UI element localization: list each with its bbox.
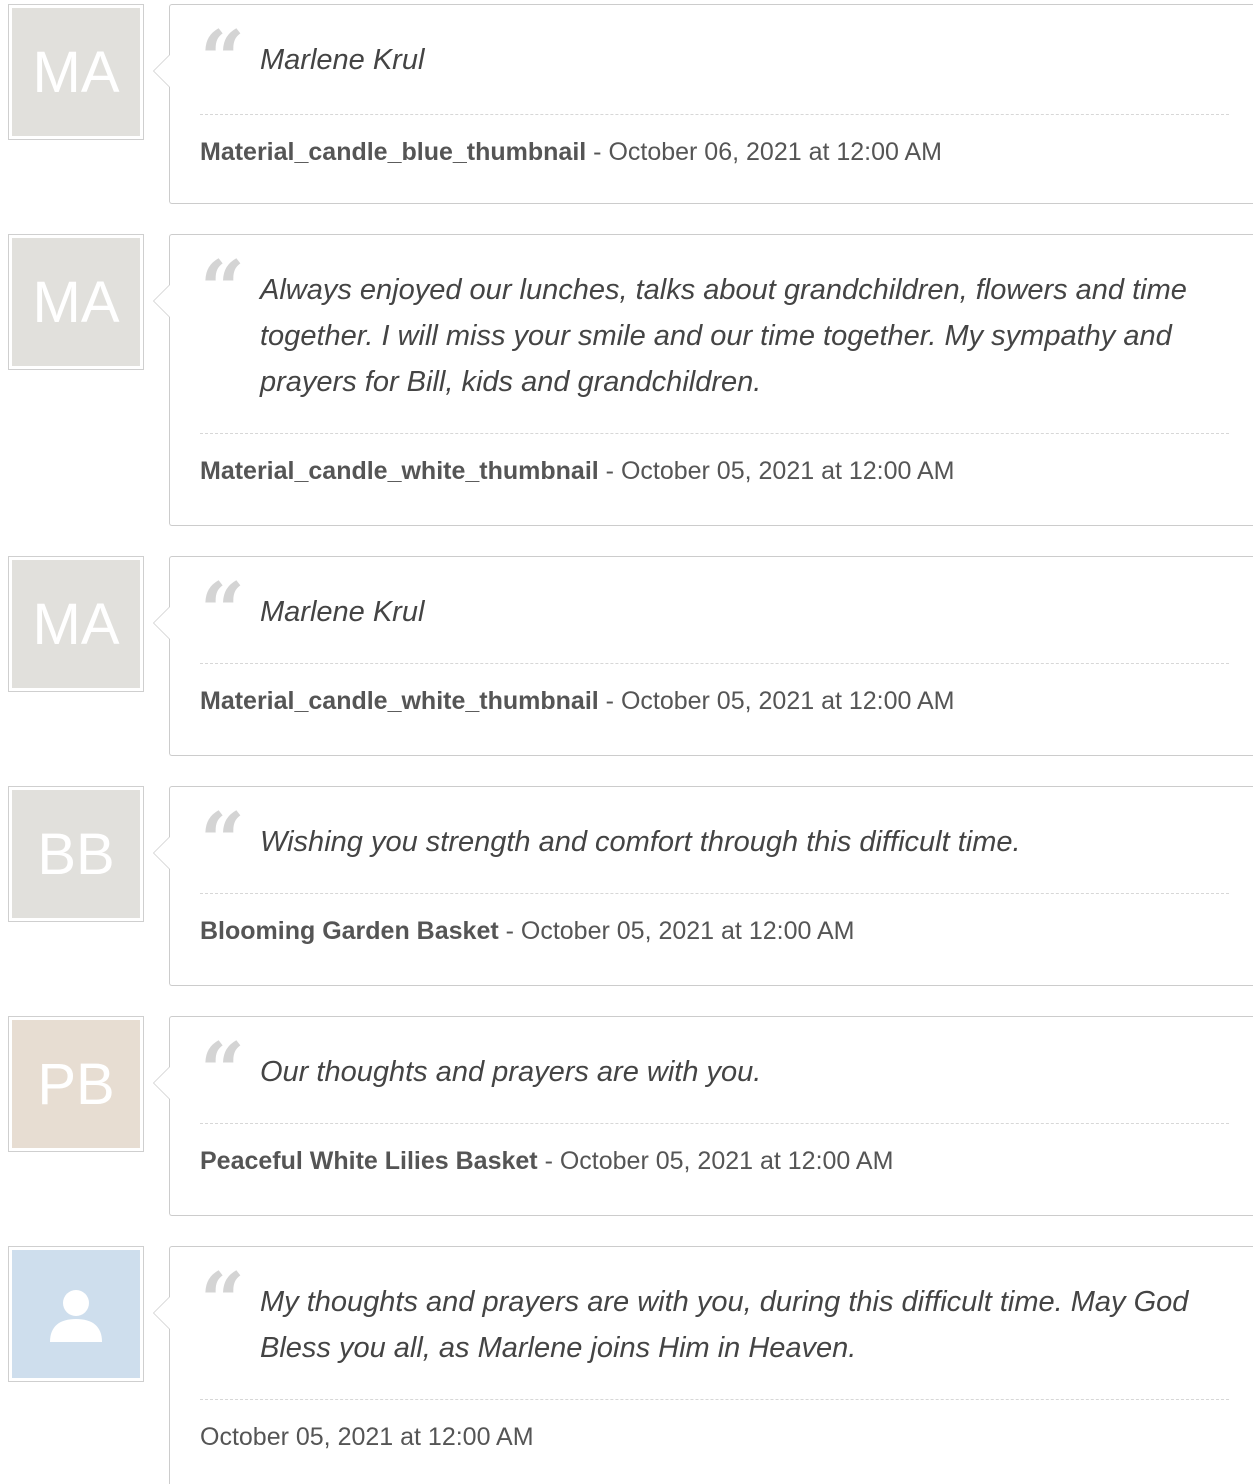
meta-separator: - (498, 917, 521, 945)
quote-icon: “ (200, 14, 245, 105)
message-card: “ Marlene Krul Material_candle_white_thu… (153, 556, 1253, 756)
avatar[interactable]: PB (8, 1016, 144, 1152)
message-row: “ Always enjoyed our lunches, talks abou… (200, 235, 1229, 434)
entry-meta: Material_candle_blue_thumbnail - October… (170, 115, 1253, 197)
tribute-item-link[interactable]: Material_candle_white_thumbnail (200, 687, 599, 715)
meta-separator: - (586, 138, 609, 166)
quote-icon: “ (200, 244, 245, 335)
message-card: “ Our thoughts and prayers are with you.… (153, 1016, 1253, 1216)
message-text: Marlene Krul (260, 596, 425, 628)
quote-icon: “ (200, 1026, 245, 1117)
avatar[interactable] (8, 1246, 144, 1382)
card-pointer (153, 1066, 170, 1100)
message-card: “ Always enjoyed our lunches, talks abou… (153, 234, 1253, 526)
meta-separator: - (598, 687, 621, 715)
message-row: “ Marlene Krul (200, 557, 1229, 664)
tribute-item-link[interactable]: Blooming Garden Basket (200, 917, 499, 945)
entry-date: October 05, 2021 at 12:00 AM (620, 457, 955, 485)
message-row: “ My thoughts and prayers are with you, … (200, 1247, 1229, 1400)
message-text: Marlene Krul (260, 44, 425, 76)
message-row: “ Marlene Krul (200, 5, 1229, 115)
avatar[interactable]: MA (8, 556, 144, 692)
entry-date: October 05, 2021 at 12:00 AM (520, 917, 855, 945)
message-text: My thoughts and prayers are with you, du… (260, 1286, 1189, 1364)
avatar[interactable]: BB (8, 786, 144, 922)
card-pointer (153, 284, 170, 318)
avatar[interactable]: MA (8, 234, 144, 370)
card-pointer (153, 1296, 170, 1330)
card-pointer (153, 836, 170, 870)
entry-meta: Peaceful White Lilies Basket - October 0… (170, 1124, 1253, 1206)
entry-meta: October 05, 2021 at 12:00 AM (170, 1400, 1253, 1482)
quote-icon: “ (200, 796, 245, 887)
message-card: “ Marlene Krul Material_candle_blue_thum… (153, 4, 1253, 204)
quote-icon: “ (200, 1256, 245, 1347)
message-card: “ My thoughts and prayers are with you, … (153, 1246, 1253, 1484)
tribute-item-link[interactable]: Material_candle_white_thumbnail (200, 457, 599, 485)
entry-meta: Material_candle_white_thumbnail - Octobe… (170, 664, 1253, 746)
user-silhouette-icon (50, 1290, 102, 1342)
meta-separator: - (598, 457, 621, 485)
message-text: Always enjoyed our lunches, talks about … (260, 274, 1187, 398)
message-row: “ Wishing you strength and comfort throu… (200, 787, 1229, 894)
condolence-feed: MA “ Marlene Krul Material_candle_blue_t… (0, 0, 1253, 1484)
card-pointer (153, 54, 170, 88)
quote-icon: “ (200, 566, 245, 657)
tribute-item-link[interactable]: Peaceful White Lilies Basket (200, 1147, 538, 1175)
card-pointer (153, 606, 170, 640)
meta-separator: - (537, 1147, 560, 1175)
entry-date: October 05, 2021 at 12:00 AM (200, 1423, 534, 1451)
entry-date: October 05, 2021 at 12:00 AM (620, 687, 955, 715)
message-row: “ Our thoughts and prayers are with you. (200, 1017, 1229, 1124)
entry-meta: Blooming Garden Basket - October 05, 202… (170, 894, 1253, 976)
entry-meta: Material_candle_white_thumbnail - Octobe… (170, 434, 1253, 516)
entry-date: October 06, 2021 at 12:00 AM (608, 138, 942, 166)
entry-date: October 05, 2021 at 12:00 AM (559, 1147, 894, 1175)
tribute-item-link[interactable]: Material_candle_blue_thumbnail (200, 138, 586, 166)
message-card: “ Wishing you strength and comfort throu… (153, 786, 1253, 986)
message-text: Our thoughts and prayers are with you. (260, 1056, 762, 1088)
message-text: Wishing you strength and comfort through… (260, 826, 1021, 858)
avatar[interactable]: MA (8, 4, 144, 140)
